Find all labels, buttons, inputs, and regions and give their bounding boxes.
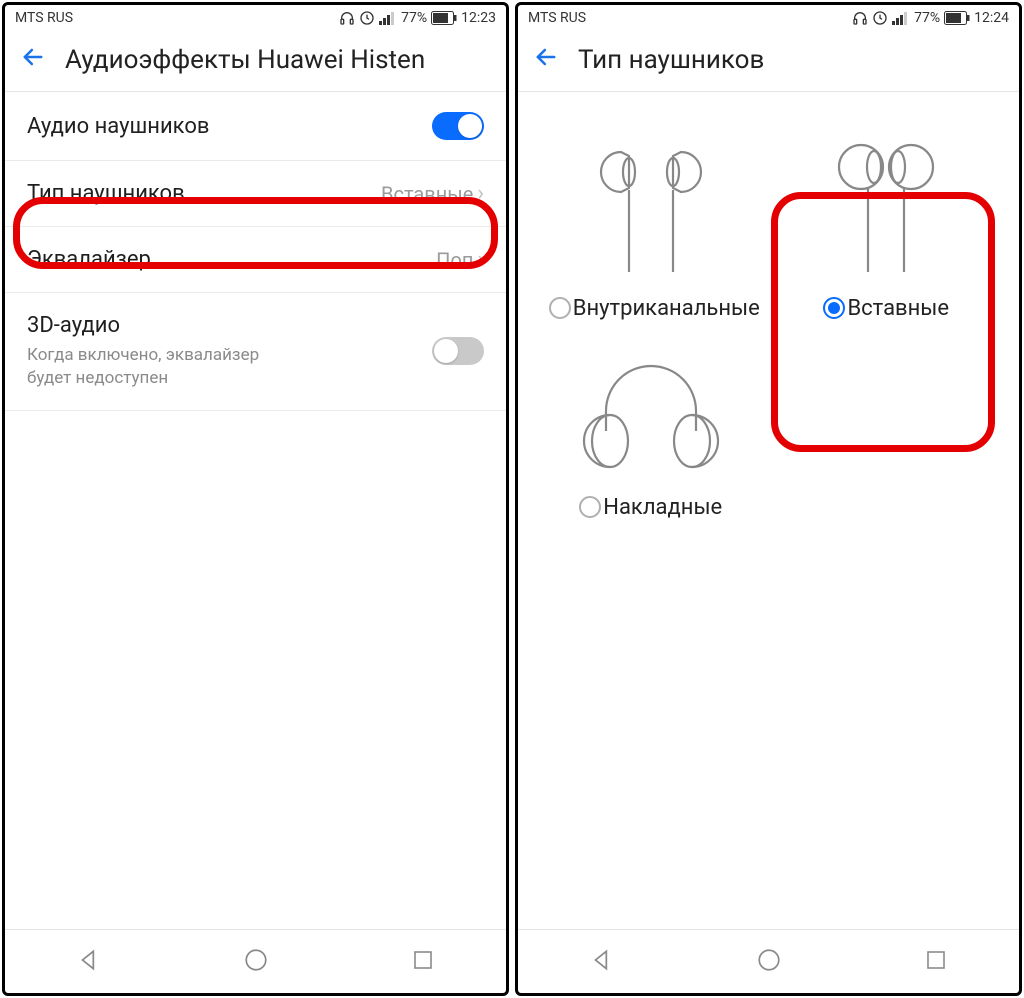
status-icons: 77% 12:24	[852, 10, 1009, 26]
row-headphone-type[interactable]: Тип наушников Вставные ›	[5, 161, 506, 227]
option-earbuds[interactable]: Вставные	[774, 132, 1000, 321]
row-value: Поп ›	[436, 247, 484, 272]
headphones-overear-icon	[576, 341, 726, 481]
earbud-classic-icon	[816, 132, 956, 282]
battery-icon	[944, 11, 970, 25]
option-in-ear[interactable]: Внутриканальные	[538, 132, 764, 321]
nav-bar	[518, 929, 1019, 993]
row-label: Тип наушников	[27, 181, 185, 206]
radio-in-ear[interactable]	[549, 297, 571, 319]
headphones-icon	[339, 10, 355, 26]
triangle-back-icon	[589, 947, 615, 973]
settings-list: Аудио наушников Тип наушников Вставные ›…	[5, 92, 506, 929]
status-icons: 77% 12:23	[339, 10, 496, 26]
arrow-left-icon	[19, 43, 47, 71]
nav-recent[interactable]	[924, 948, 948, 976]
phone-left: MTS RUS 77% 12:23 Аудиоэффекты Huawei Hi…	[2, 2, 509, 996]
phone-right: MTS RUS 77% 12:24 Тип наушников	[515, 2, 1022, 996]
row-label: Эквалайзер	[27, 247, 151, 272]
radio-earbuds[interactable]	[823, 297, 845, 319]
option-label: Вставные	[847, 296, 949, 321]
square-recent-icon	[411, 948, 435, 972]
headphones-icon	[852, 10, 868, 26]
time-label: 12:23	[461, 10, 496, 26]
radio-over-ear[interactable]	[579, 496, 601, 518]
battery-percent: 77%	[401, 10, 427, 26]
toggle-headphone-audio[interactable]	[432, 112, 484, 140]
option-label: Накладные	[603, 495, 722, 520]
circle-home-icon	[756, 947, 782, 973]
row-equalizer[interactable]: Эквалайзер Поп ›	[5, 227, 506, 293]
nav-back[interactable]	[76, 947, 102, 977]
chevron-right-icon: ›	[477, 181, 484, 206]
row-subtitle: Когда включено, эквалайзер будет недосту…	[27, 344, 287, 390]
back-button[interactable]	[532, 43, 560, 77]
option-over-ear[interactable]: Накладные	[538, 341, 764, 520]
nav-home[interactable]	[756, 947, 782, 977]
carrier-label: MTS RUS	[528, 10, 586, 26]
arrow-left-icon	[532, 43, 560, 71]
row-value: Вставные ›	[381, 181, 484, 206]
row-headphone-audio[interactable]: Аудио наушников	[5, 92, 506, 161]
earbud-inear-icon	[581, 132, 721, 282]
option-label: Внутриканальные	[573, 296, 753, 321]
time-label: 12:24	[974, 10, 1009, 26]
app-bar: Тип наушников	[518, 31, 1019, 92]
signal-icon	[892, 11, 910, 25]
row-3d-audio[interactable]: 3D-аудио Когда включено, эквалайзер буде…	[5, 293, 506, 411]
triangle-back-icon	[76, 947, 102, 973]
row-label: 3D-аудио	[27, 313, 287, 338]
battery-percent: 77%	[914, 10, 940, 26]
app-bar: Аудиоэффекты Huawei Histen	[5, 31, 506, 92]
circle-home-icon	[243, 947, 269, 973]
carrier-label: MTS RUS	[15, 10, 73, 26]
nav-back[interactable]	[589, 947, 615, 977]
signal-icon	[379, 11, 397, 25]
nav-home[interactable]	[243, 947, 269, 977]
status-bar: MTS RUS 77% 12:23	[5, 5, 506, 31]
battery-icon	[431, 11, 457, 25]
clock-icon	[872, 10, 888, 26]
page-title: Аудиоэффекты Huawei Histen	[65, 45, 425, 75]
row-label: Аудио наушников	[27, 114, 209, 139]
chevron-right-icon: ›	[477, 247, 484, 272]
toggle-3d-audio[interactable]	[432, 337, 484, 365]
clock-icon	[359, 10, 375, 26]
nav-bar	[5, 929, 506, 993]
nav-recent[interactable]	[411, 948, 435, 976]
status-bar: MTS RUS 77% 12:24	[518, 5, 1019, 31]
back-button[interactable]	[19, 43, 47, 77]
square-recent-icon	[924, 948, 948, 972]
headphone-type-options: Внутриканальные Вставные	[518, 92, 1019, 929]
page-title: Тип наушников	[578, 45, 764, 75]
